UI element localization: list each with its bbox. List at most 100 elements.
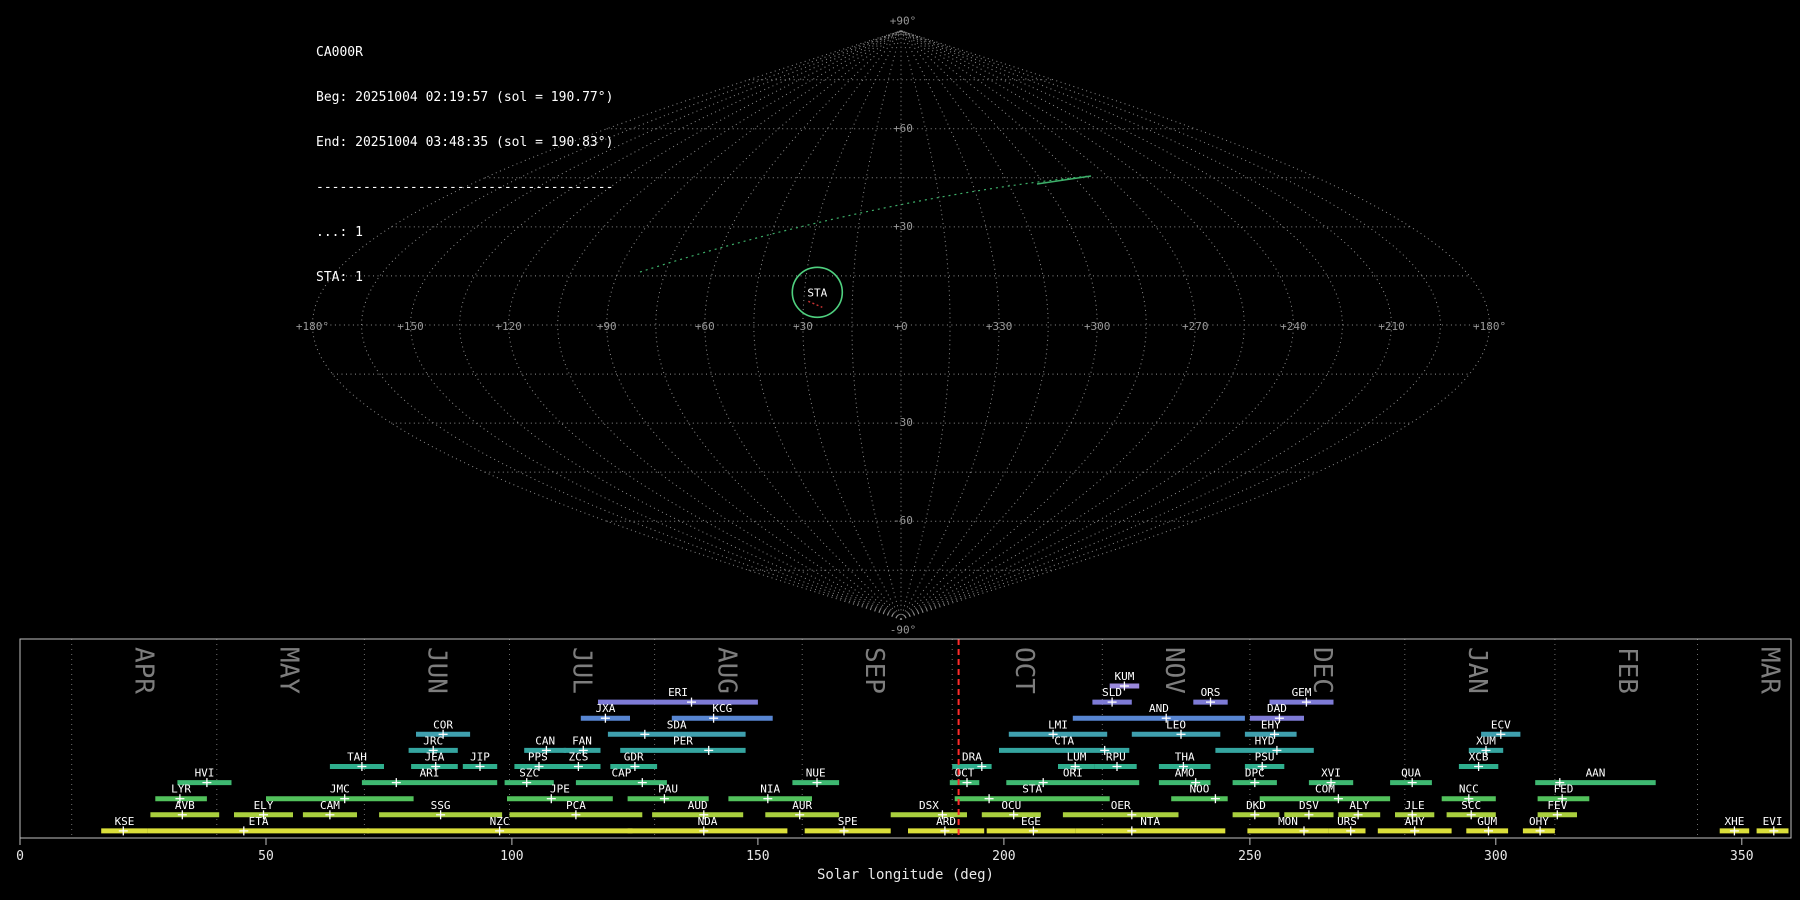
- shower-code-label: LUM: [1067, 751, 1087, 764]
- shower-code-label: FED: [1554, 783, 1574, 796]
- shower-code-label: ORI: [1063, 767, 1083, 780]
- begin-time-line: Beg: 20251004 02:19:57 (sol = 190.77°): [316, 90, 614, 105]
- shower-code-label: FAN: [572, 734, 592, 747]
- x-axis-tick-label: 200: [992, 849, 1015, 864]
- shower-code-label: COM: [1315, 783, 1335, 796]
- longitude-label: +0: [894, 320, 907, 333]
- shower-code-label: OER: [1111, 799, 1131, 812]
- shower-code-label: CAP: [611, 767, 631, 780]
- shower-code-label: SDA: [667, 718, 687, 731]
- shower-code-label: EGE: [1021, 815, 1041, 828]
- latitude-label: +90°: [890, 15, 917, 28]
- shower-code-label: TAH: [347, 751, 367, 764]
- longitude-label: +270: [1182, 320, 1209, 333]
- x-axis-tick-label: 100: [500, 849, 523, 864]
- shower-code-label: RPU: [1106, 751, 1126, 764]
- shower-code-label: NDA: [698, 815, 718, 828]
- shower-code-label: THA: [1175, 751, 1195, 764]
- latitude-label: -90°: [890, 623, 917, 636]
- shower-code-label: NUE: [806, 767, 826, 780]
- shower-code-label: GDR: [624, 751, 644, 764]
- x-axis-tick-label: 300: [1484, 849, 1507, 864]
- shower-code-label: ELY: [254, 799, 274, 812]
- shower-code-label: DRA: [962, 751, 982, 764]
- ecliptic-arc-dotted: [639, 175, 1091, 273]
- radiant-drift-track: [808, 300, 823, 308]
- longitude-label: +300: [1084, 320, 1111, 333]
- sky-grid-meridian: [802, 30, 902, 620]
- shower-code-label: AND: [1149, 702, 1169, 715]
- shower-code-label: JMC: [330, 783, 350, 796]
- shower-code-label: DSX: [919, 799, 939, 812]
- shower-code-label: NCC: [1459, 783, 1479, 796]
- shower-code-label: ZCS: [568, 751, 588, 764]
- shower-code-label: HVI: [195, 767, 215, 780]
- shower-code-label: ARD: [936, 815, 956, 828]
- shower-code-label: ERI: [668, 686, 688, 699]
- longitude-label: +330: [986, 320, 1013, 333]
- shower-code-label: CTA: [1054, 734, 1074, 747]
- shower-code-label: ETA: [249, 815, 269, 828]
- meteor-activity-plot: +180° +150 +120 +90 +60 +30 +0 +330 +300 +270 +240…: [16, 15, 1792, 883]
- x-axis-tick-label: 150: [746, 849, 769, 864]
- shower-code-label: KCG: [712, 702, 732, 715]
- shower-code-label: HYD: [1255, 734, 1275, 747]
- observation-info-panel: CA000R Beg: 20251004 02:19:57 (sol = 190…: [316, 15, 613, 300]
- shower-code-label: AVB: [175, 799, 195, 812]
- sky-grid-meridian: [900, 30, 1442, 620]
- month-label: MAR: [1755, 647, 1785, 694]
- shower-code-label: ORS: [1201, 686, 1221, 699]
- latitude-label: +30: [893, 220, 913, 233]
- shower-code-label: OHY: [1529, 815, 1549, 828]
- shower-code-label: SLD: [1102, 686, 1122, 699]
- month-label: SEP: [859, 647, 889, 694]
- x-axis-tick-label: 250: [1238, 849, 1261, 864]
- month-label: NOV: [1159, 647, 1189, 694]
- count-line-sta: STA: 1: [316, 270, 363, 285]
- shower-code-label: KSE: [115, 815, 135, 828]
- shower-code-label: LEO: [1166, 718, 1186, 731]
- shower-code-label: CAM: [320, 799, 340, 812]
- shower-code-label: AUD: [688, 799, 708, 812]
- end-time-line: End: 20251004 03:48:35 (sol = 190.83°): [316, 135, 614, 150]
- longitude-label: +210: [1378, 320, 1405, 333]
- shower-code-label: DKD: [1246, 799, 1266, 812]
- shower-code-label: ARI: [420, 767, 440, 780]
- shower-code-label: OCU: [1001, 799, 1021, 812]
- sky-grid-meridian: [900, 30, 1196, 620]
- shower-code-label: JRC: [423, 734, 443, 747]
- month-label: FEB: [1612, 647, 1642, 694]
- shower-code-label: NTA: [1140, 815, 1160, 828]
- shower-code-label: PPS: [528, 751, 548, 764]
- longitude-label: +60: [695, 320, 715, 333]
- shower-code-label: PER: [673, 734, 693, 747]
- longitude-label: +180°: [1473, 320, 1506, 333]
- shower-code-label: SCC: [1461, 799, 1481, 812]
- shower-code-label: ECV: [1491, 718, 1511, 731]
- station-radiant-label: STA: [807, 286, 827, 299]
- shower-code-label: DSV: [1299, 799, 1319, 812]
- x-axis-tick-label: 0: [16, 849, 24, 864]
- shower-code-label: AUR: [792, 799, 812, 812]
- shower-code-label: SPE: [838, 815, 858, 828]
- latitude-label: +60: [893, 122, 913, 135]
- count-line-unclassified: ...: 1: [316, 225, 363, 240]
- month-label: APR: [129, 647, 159, 694]
- shower-code-label: NIA: [760, 783, 780, 796]
- shower-code-label: FEV: [1547, 799, 1567, 812]
- shower-code-label: SZC: [519, 767, 539, 780]
- shower-timeline: APR MAY JUN JUL AUG SEP OCT NOV DEC JAN FEB MARKUME…: [16, 638, 1792, 883]
- shower-code-label: LMI: [1048, 718, 1068, 731]
- shower-code-label: QUA: [1401, 767, 1421, 780]
- shower-code-label: LYR: [171, 783, 191, 796]
- shower-code-label: EHY: [1261, 718, 1281, 731]
- shower-code-label: PSU: [1255, 751, 1275, 764]
- shower-code-label: NZC: [490, 815, 510, 828]
- shower-code-label: COR: [433, 718, 453, 731]
- separator-line: --------------------------------------: [316, 180, 614, 195]
- shower-code-label: AAN: [1586, 767, 1606, 780]
- shower-code-label: STA: [1022, 783, 1042, 796]
- shower-code-label: XUM: [1476, 734, 1496, 747]
- shower-code-label: GEM: [1292, 686, 1312, 699]
- shower-code-label: DPC: [1245, 767, 1265, 780]
